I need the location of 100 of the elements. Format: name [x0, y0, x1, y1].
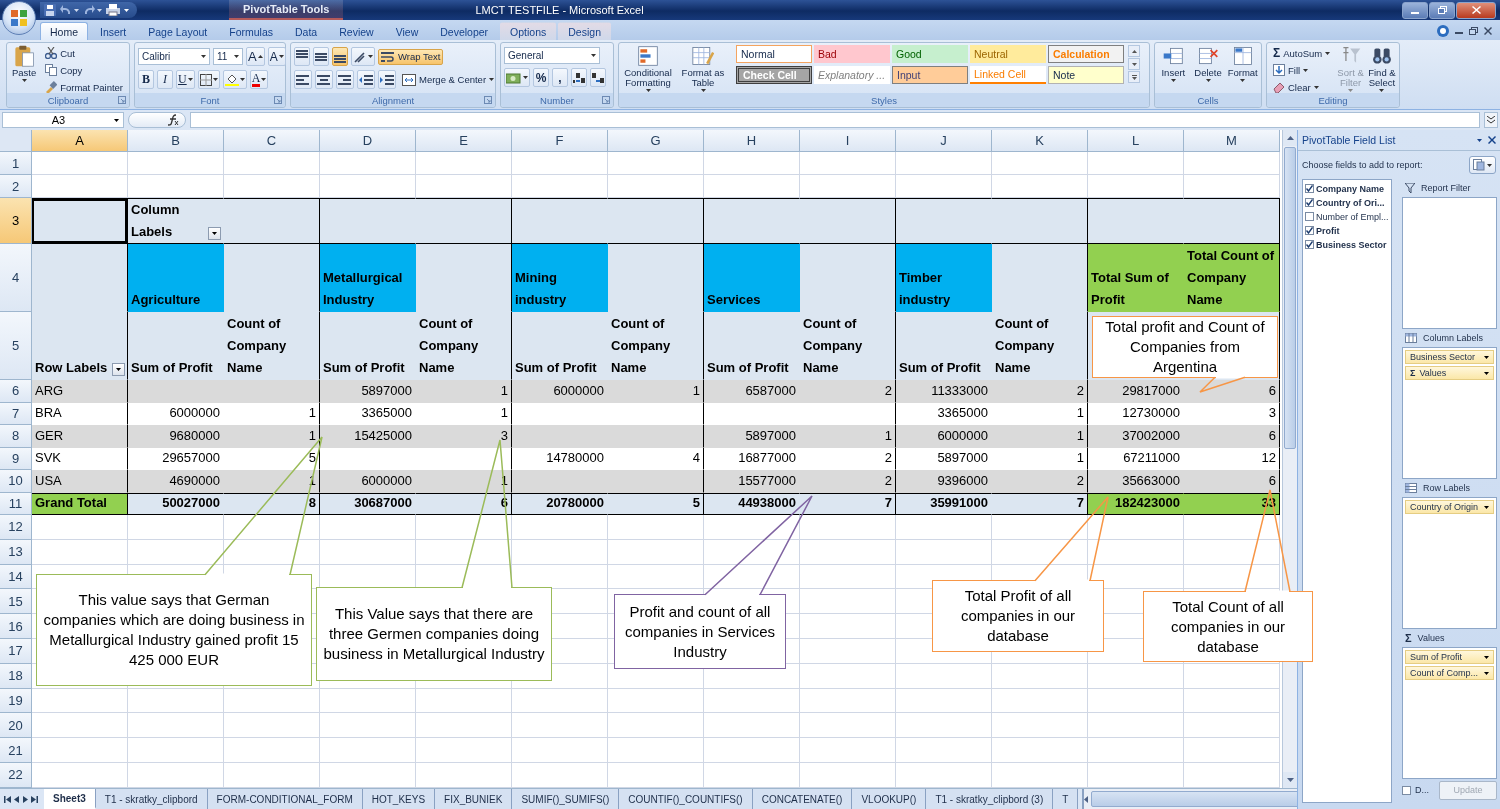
- ribbon-tab[interactable]: Insert: [90, 22, 137, 40]
- ribbon-tab[interactable]: Review: [329, 22, 384, 40]
- row-header[interactable]: 22: [0, 762, 32, 788]
- row-header[interactable]: 20: [0, 713, 32, 739]
- sheet-tab[interactable]: T1 - skratky_clipbord (3): [926, 789, 1054, 809]
- row-header[interactable]: 6: [0, 380, 32, 403]
- cell-style-option[interactable]: Input: [892, 66, 968, 84]
- field-label[interactable]: Company Name: [1316, 183, 1385, 194]
- number-format-field[interactable]: General: [504, 47, 600, 64]
- drop-area[interactable]: Country of Origin: [1402, 497, 1497, 629]
- row-header[interactable]: 2: [0, 175, 32, 198]
- row-header[interactable]: 12: [0, 515, 32, 540]
- row-header[interactable]: 5: [0, 312, 32, 380]
- sheet-tab[interactable]: COUNTIF()_COUNTIFS(): [619, 789, 753, 809]
- sheet-tab[interactable]: T: [1053, 789, 1079, 809]
- copy-button[interactable]: Copy: [42, 62, 126, 78]
- column-header[interactable]: G: [608, 130, 704, 152]
- sheet-tab[interactable]: VLOOKUP(): [852, 789, 927, 809]
- column-header[interactable]: B: [128, 130, 224, 152]
- column-header[interactable]: H: [704, 130, 800, 152]
- column-header[interactable]: M: [1184, 130, 1280, 152]
- grow-font-button[interactable]: A: [246, 47, 265, 66]
- column-header[interactable]: F: [512, 130, 608, 152]
- cut-button[interactable]: Cut: [42, 45, 126, 61]
- row-header[interactable]: 16: [0, 614, 32, 639]
- paste-button[interactable]: Paste: [10, 45, 39, 82]
- underline-button[interactable]: U: [176, 70, 195, 89]
- field-label[interactable]: Profit: [1316, 225, 1340, 236]
- row-header[interactable]: 1: [0, 152, 32, 175]
- column-header[interactable]: L: [1088, 130, 1184, 152]
- field-label[interactable]: Number of Empl...: [1316, 211, 1389, 222]
- font-color-button[interactable]: A: [249, 70, 269, 89]
- field-label[interactable]: Country of Ori...: [1316, 197, 1385, 208]
- row-header[interactable]: 14: [0, 564, 32, 590]
- area-field-item[interactable]: Σ Values: [1405, 366, 1494, 380]
- area-field-item[interactable]: Business Sector: [1405, 350, 1494, 364]
- ribbon-tab[interactable]: Formulas: [219, 22, 283, 40]
- cell-style-option[interactable]: Note: [1048, 66, 1124, 84]
- column-header[interactable]: A: [32, 130, 128, 152]
- column-header[interactable]: D: [320, 130, 416, 152]
- column-header[interactable]: E: [416, 130, 512, 152]
- row-header[interactable]: 4: [0, 244, 32, 312]
- row-header[interactable]: 10: [0, 470, 32, 493]
- row-header[interactable]: 3: [0, 198, 32, 244]
- ribbon-tab[interactable]: Developer: [430, 22, 499, 40]
- ribbon-tab[interactable]: View: [385, 22, 429, 40]
- ribbon-tab[interactable]: Options: [500, 22, 557, 40]
- ribbon-tab[interactable]: Page Layout: [138, 22, 218, 40]
- format-cells-button[interactable]: Format: [1227, 45, 1258, 82]
- sheet-tab[interactable]: FIX_BUNIEK: [435, 789, 513, 809]
- row-header[interactable]: 8: [0, 425, 32, 448]
- area-field-item[interactable]: Count of Comp...: [1405, 666, 1494, 680]
- ribbon-tab[interactable]: Data: [285, 22, 328, 40]
- bold-button[interactable]: B: [138, 70, 154, 89]
- italic-button[interactable]: I: [157, 70, 173, 89]
- cell-style-option[interactable]: Neutral: [970, 45, 1046, 63]
- drop-area[interactable]: Sum of Profit Count of Comp...: [1402, 647, 1497, 779]
- row-header[interactable]: 13: [0, 539, 32, 565]
- sheet-tab[interactable]: SUMIF()_SUMIFS(): [512, 789, 620, 809]
- row-header[interactable]: 17: [0, 639, 32, 664]
- comma-button[interactable]: ,: [552, 68, 568, 87]
- sheet-tab[interactable]: FORM-CONDITIONAL_FORM: [207, 789, 363, 809]
- shrink-font-button[interactable]: A: [267, 47, 286, 66]
- name-box[interactable]: A3: [2, 112, 124, 128]
- row-header[interactable]: 19: [0, 688, 32, 714]
- drop-area[interactable]: Business Sector Σ Values: [1402, 347, 1497, 479]
- row-header[interactable]: 9: [0, 447, 32, 470]
- cell-style-option[interactable]: Normal: [736, 45, 812, 63]
- delete-cells-button[interactable]: Delete: [1192, 45, 1224, 82]
- insert-cells-button[interactable]: Insert: [1158, 45, 1189, 82]
- row-header[interactable]: 11: [0, 492, 32, 515]
- row-header[interactable]: 15: [0, 589, 32, 615]
- area-field-item[interactable]: Country of Origin: [1405, 500, 1494, 514]
- sheet-tab[interactable]: T1 - skratky_clipbord: [95, 789, 208, 809]
- fill-button[interactable]: Fill: [1270, 62, 1334, 78]
- find-select-button[interactable]: Find & Select: [1367, 45, 1396, 92]
- font-size-field[interactable]: 11: [213, 48, 243, 65]
- row-header[interactable]: 7: [0, 402, 32, 425]
- column-header[interactable]: C: [224, 130, 320, 152]
- autosum-button[interactable]: Σ AutoSum: [1270, 45, 1334, 61]
- format-painter-button[interactable]: Format Painter: [42, 79, 126, 95]
- clear-button[interactable]: Clear: [1270, 79, 1334, 95]
- cell-style-option[interactable]: Bad: [814, 45, 890, 63]
- row-header[interactable]: 18: [0, 663, 32, 689]
- field-label[interactable]: Business Sector: [1316, 239, 1387, 250]
- wrap-text-button[interactable]: Wrap Text: [378, 48, 444, 65]
- sheet-tab[interactable]: CONCATENATE(): [752, 789, 853, 809]
- column-header[interactable]: J: [896, 130, 992, 152]
- cell-style-option[interactable]: Explanatory ...: [814, 66, 890, 84]
- sheet-tab[interactable]: HOT_KEYS: [362, 789, 436, 809]
- column-header[interactable]: K: [992, 130, 1088, 152]
- column-header[interactable]: I: [800, 130, 896, 152]
- percent-button[interactable]: %: [533, 68, 549, 87]
- ribbon-tab[interactable]: Home: [40, 22, 88, 40]
- font-name-field[interactable]: Calibri: [138, 48, 210, 65]
- area-field-item[interactable]: Sum of Profit: [1405, 650, 1494, 664]
- cell-style-option[interactable]: Good: [892, 45, 968, 63]
- merge-center-button[interactable]: Merge & Center: [399, 71, 498, 88]
- ribbon-tab[interactable]: Design: [558, 22, 611, 40]
- row-header[interactable]: 21: [0, 738, 32, 763]
